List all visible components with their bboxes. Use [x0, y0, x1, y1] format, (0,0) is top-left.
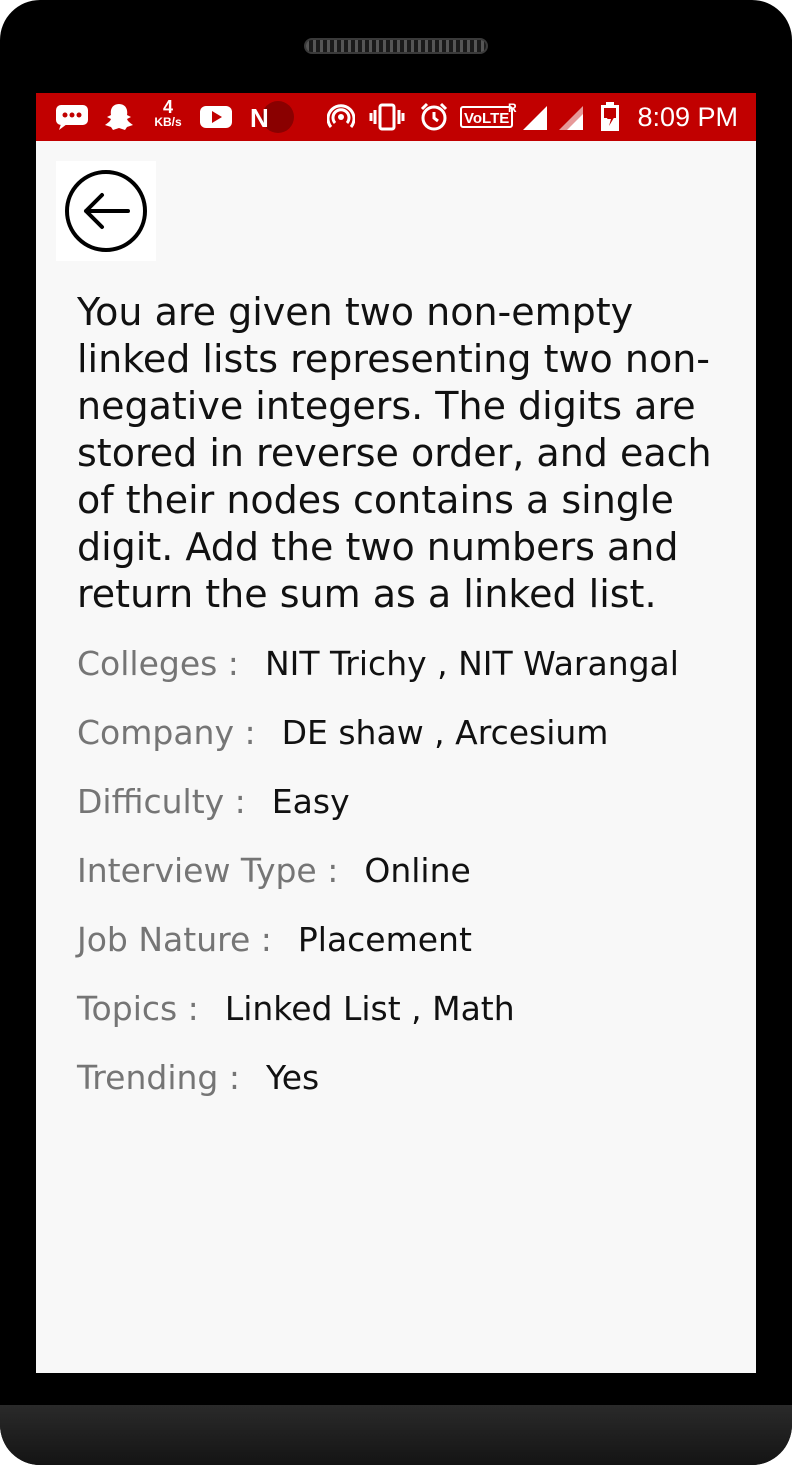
phone-frame: 4 KB/s N VoLTE R 8:09 PM You are given t…	[0, 0, 792, 1465]
detail-label: Colleges :	[77, 644, 239, 683]
back-button[interactable]	[56, 161, 156, 261]
signal-icon	[520, 103, 550, 131]
net-speed-unit: KB/s	[154, 115, 182, 129]
vibrate-icon	[368, 103, 406, 131]
back-arrow-icon	[65, 170, 147, 252]
roaming-indicator: R	[508, 101, 517, 115]
detail-row-difficulty: Difficulty : Easy	[77, 782, 350, 821]
question-description: You are given two non-empty linked lists…	[77, 290, 712, 616]
detail-row-trending: Trending : Yes	[77, 1058, 319, 1097]
snapchat-icon	[102, 103, 136, 131]
detail-label: Interview Type :	[77, 851, 339, 890]
net-speed-value: 4	[162, 97, 173, 117]
detail-value: Linked List , Math	[224, 989, 515, 1028]
detail-value: Easy	[271, 782, 350, 821]
status-bar: 4 KB/s N VoLTE R 8:09 PM	[36, 93, 756, 141]
status-time: 8:09 PM	[637, 102, 738, 132]
detail-value: NIT Trichy , NIT Warangal	[264, 644, 679, 683]
n-app-icon: N	[246, 101, 296, 133]
youtube-icon	[198, 103, 234, 131]
hotspot-icon	[326, 103, 356, 131]
volte-icon: VoLTE	[460, 106, 514, 128]
detail-label: Trending :	[77, 1058, 240, 1097]
battery-icon	[598, 102, 622, 131]
detail-row-interview-type: Interview Type : Online	[77, 851, 471, 890]
detail-row-company: Company : DE shaw , Arcesium	[77, 713, 608, 752]
alarm-icon	[418, 102, 450, 131]
svg-text:N: N	[250, 103, 269, 133]
detail-value: Yes	[265, 1058, 320, 1097]
signal-icon	[556, 103, 586, 131]
detail-value: Placement	[297, 920, 472, 959]
earpiece-speaker	[304, 38, 488, 54]
detail-value: Online	[364, 851, 471, 890]
detail-row-topics: Topics : Linked List , Math	[77, 989, 515, 1028]
messages-icon	[54, 103, 90, 131]
detail-label: Company :	[77, 713, 256, 752]
detail-row-job-nature: Job Nature : Placement	[77, 920, 472, 959]
detail-label: Difficulty :	[77, 782, 246, 821]
detail-row-colleges: Colleges : NIT Trichy , NIT Warangal	[77, 644, 679, 683]
detail-value: DE shaw , Arcesium	[281, 713, 609, 752]
app-screen: 4 KB/s N VoLTE R 8:09 PM You are given t…	[36, 93, 756, 1373]
detail-label: Topics :	[77, 989, 199, 1028]
detail-label: Job Nature :	[77, 920, 272, 959]
phone-bottom-bezel	[0, 1405, 792, 1465]
net-speed-indicator: 4 KB/s	[148, 98, 188, 128]
